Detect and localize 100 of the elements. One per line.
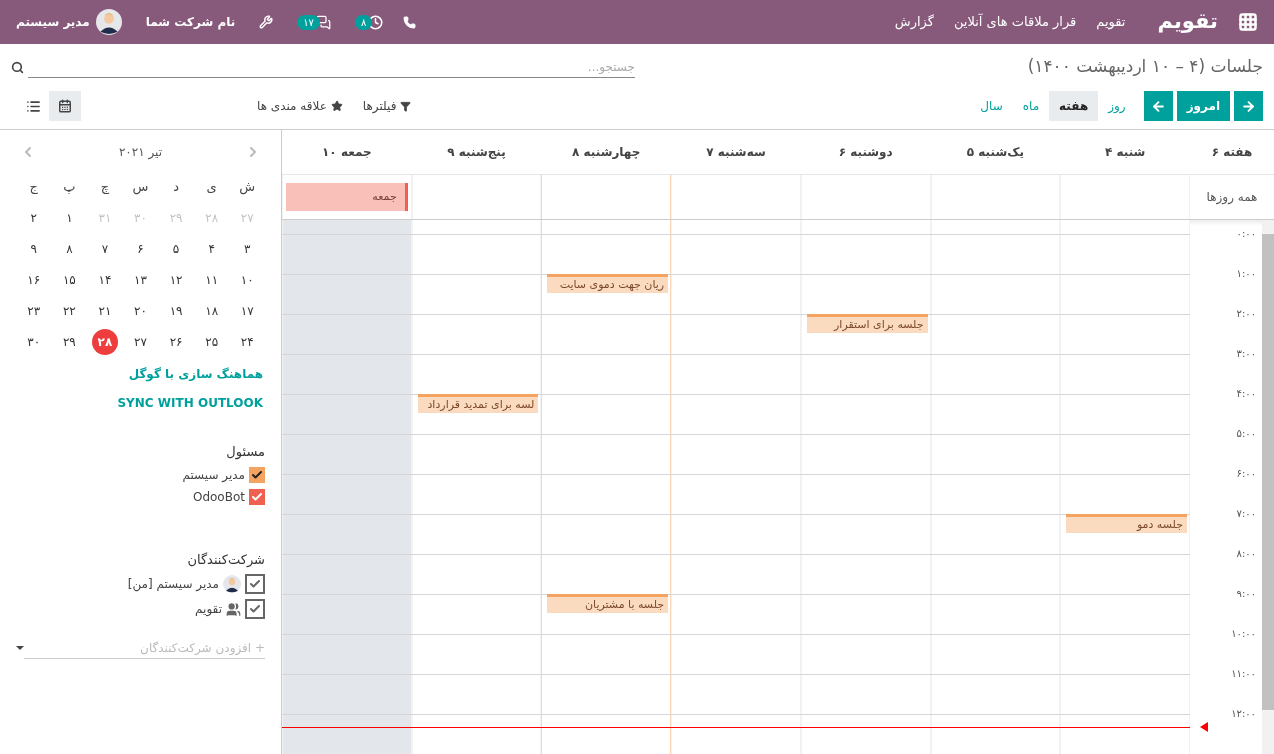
- day-cell[interactable]: ۲۸: [91, 328, 118, 355]
- day-cell[interactable]: ۲: [30, 208, 37, 227]
- day-cell[interactable]: ۲۶: [169, 332, 183, 351]
- filter-checkbox[interactable]: [249, 488, 265, 505]
- weekday-label: ج: [28, 177, 39, 196]
- calendar-icon: [58, 99, 72, 113]
- check-icon: [251, 490, 263, 503]
- day-cell[interactable]: ۱۸: [205, 301, 219, 320]
- day-cell[interactable]: ۲۲: [62, 301, 76, 320]
- menu-item[interactable]: گزارش: [894, 12, 934, 32]
- hour-label: ۳:۰۰: [1236, 347, 1256, 361]
- day-cell[interactable]: ۱۶: [27, 270, 41, 289]
- attendee-label: تقویم: [195, 601, 222, 618]
- day-cell[interactable]: ۲۳: [27, 301, 41, 320]
- add-attendee-field[interactable]: + افزودن شرکت‌کنندگان: [24, 637, 265, 659]
- chat-icon[interactable]: [315, 14, 331, 30]
- group-icon: [226, 601, 241, 617]
- day-cell[interactable]: ۲۷: [134, 332, 147, 351]
- page-title: جلسات (۴ – ۱۰ اردیبهشت ۱۴۰۰): [1027, 55, 1263, 79]
- star-icon: [330, 100, 343, 112]
- day-cell[interactable]: ۲۹: [62, 332, 76, 351]
- dropdown-caret-icon[interactable]: [16, 646, 24, 650]
- day-cell[interactable]: ۵: [172, 239, 180, 258]
- day-header: یک‌شنبه ۵: [965, 144, 1025, 161]
- day-cell[interactable]: ۲۵: [205, 332, 219, 351]
- day-header: سه‌شنبه ۷: [705, 144, 767, 161]
- calendar-view-button[interactable]: [49, 91, 81, 121]
- hour-label: ۱:۰۰: [1236, 267, 1256, 281]
- hour-label: ۸:۰۰: [1236, 547, 1256, 561]
- weekday-label: پ: [62, 177, 77, 196]
- day-cell[interactable]: ۱۲: [169, 270, 183, 289]
- calendar-event[interactable]: ریان جهت دموی سایت: [547, 274, 669, 293]
- hour-label: ۱۲:۰۰: [1231, 707, 1256, 721]
- day-cell[interactable]: ۱۱: [205, 270, 219, 289]
- day-cell[interactable]: ۷: [101, 239, 109, 258]
- day-cell[interactable]: ۱۵: [62, 270, 76, 289]
- calendar-event[interactable]: جلسه دمو: [1066, 514, 1187, 533]
- day-cell[interactable]: ۱۷: [240, 301, 254, 320]
- apps-menu-icon[interactable]: [1238, 12, 1258, 32]
- menu-item[interactable]: تقویم: [1096, 12, 1126, 32]
- next-button[interactable]: [1234, 91, 1263, 121]
- weekday-label: س: [131, 177, 150, 197]
- search-icon[interactable]: [11, 60, 24, 74]
- activity-badge: ۸: [354, 14, 373, 30]
- day-cell[interactable]: ۳: [244, 239, 251, 258]
- day-cell[interactable]: ۴: [208, 239, 215, 258]
- check-icon: [249, 578, 261, 590]
- hour-label: ۵:۰۰: [1236, 427, 1256, 441]
- filters-button[interactable]: فیلترها: [362, 97, 412, 115]
- calendar-event[interactable]: لسه برای تمدید قرارداد: [417, 394, 539, 413]
- filter-checkbox[interactable]: [249, 466, 265, 483]
- menu-item[interactable]: قرار ملاقات های آنلاین: [953, 12, 1077, 32]
- list-icon: [25, 98, 41, 114]
- attendee-checkbox[interactable]: [245, 574, 265, 594]
- favorites-button[interactable]: علاقه مندی ها: [257, 97, 343, 115]
- phone-icon[interactable]: [403, 15, 417, 29]
- message-badge: ۱۷: [297, 14, 320, 30]
- day-cell[interactable]: ۶: [137, 239, 144, 258]
- day-cell[interactable]: ۳۰: [27, 332, 41, 351]
- day-cell[interactable]: ۲۴: [240, 332, 254, 351]
- attendee-checkbox[interactable]: [245, 599, 265, 619]
- day-cell[interactable]: ۱۰: [240, 270, 254, 289]
- month-title: تیر ۲۰۲۱: [118, 144, 163, 161]
- hour-label: ۱۰:۰۰: [1231, 627, 1256, 641]
- scrollbar[interactable]: [1262, 220, 1274, 754]
- company-switcher[interactable]: نام شرکت شما: [145, 13, 236, 31]
- avatar-icon: [223, 575, 241, 593]
- filter-label: مدیر سیستم: [182, 466, 245, 484]
- day-header: شنبه ۴: [1103, 144, 1147, 161]
- tools-icon[interactable]: [259, 15, 274, 29]
- day-cell[interactable]: ۱: [66, 208, 73, 227]
- weekday-label: چ: [99, 177, 111, 196]
- hour-label: ۹:۰۰: [1236, 587, 1256, 601]
- user-menu[interactable]: مدیر سیستم: [16, 13, 90, 31]
- day-header: پنج‌شنبه ۹: [446, 144, 507, 161]
- day-cell[interactable]: ۱۴: [98, 270, 112, 289]
- search-field[interactable]: جستجو...: [28, 56, 635, 78]
- day-cell[interactable]: ۲۰: [134, 301, 147, 320]
- clock-icon[interactable]: [368, 14, 384, 30]
- day-cell[interactable]: ۱۹: [169, 301, 183, 320]
- weekday-label: ی: [205, 177, 218, 196]
- filter-label: OdooBot: [192, 488, 245, 506]
- avatar-icon: [95, 9, 122, 35]
- week-number: هفته ۶: [1210, 144, 1254, 161]
- day-cell[interactable]: ۲۱: [98, 301, 112, 320]
- calendar-event[interactable]: جلسه با مشتریان: [547, 594, 669, 613]
- hour-label: ۷:۰۰: [1236, 507, 1256, 521]
- all-day-event[interactable]: جمعه: [285, 183, 408, 211]
- calendar-event[interactable]: جلسه برای استقرار: [806, 314, 928, 333]
- scale-tab[interactable]: هفته: [1049, 91, 1099, 121]
- day-cell[interactable]: ۱۳: [134, 270, 147, 289]
- hour-label: ۲:۰۰: [1236, 307, 1256, 321]
- day-header: دوشنبه ۶: [837, 144, 894, 162]
- previous-button[interactable]: [1143, 91, 1173, 121]
- check-icon: [251, 468, 263, 481]
- hour-label: ۰:۰۰: [1236, 227, 1256, 241]
- day-cell[interactable]: ۹: [30, 239, 37, 258]
- day-cell[interactable]: ۸: [66, 239, 73, 258]
- app-brand[interactable]: تقویم: [1157, 6, 1218, 38]
- arrow-right-icon: [1241, 98, 1256, 114]
